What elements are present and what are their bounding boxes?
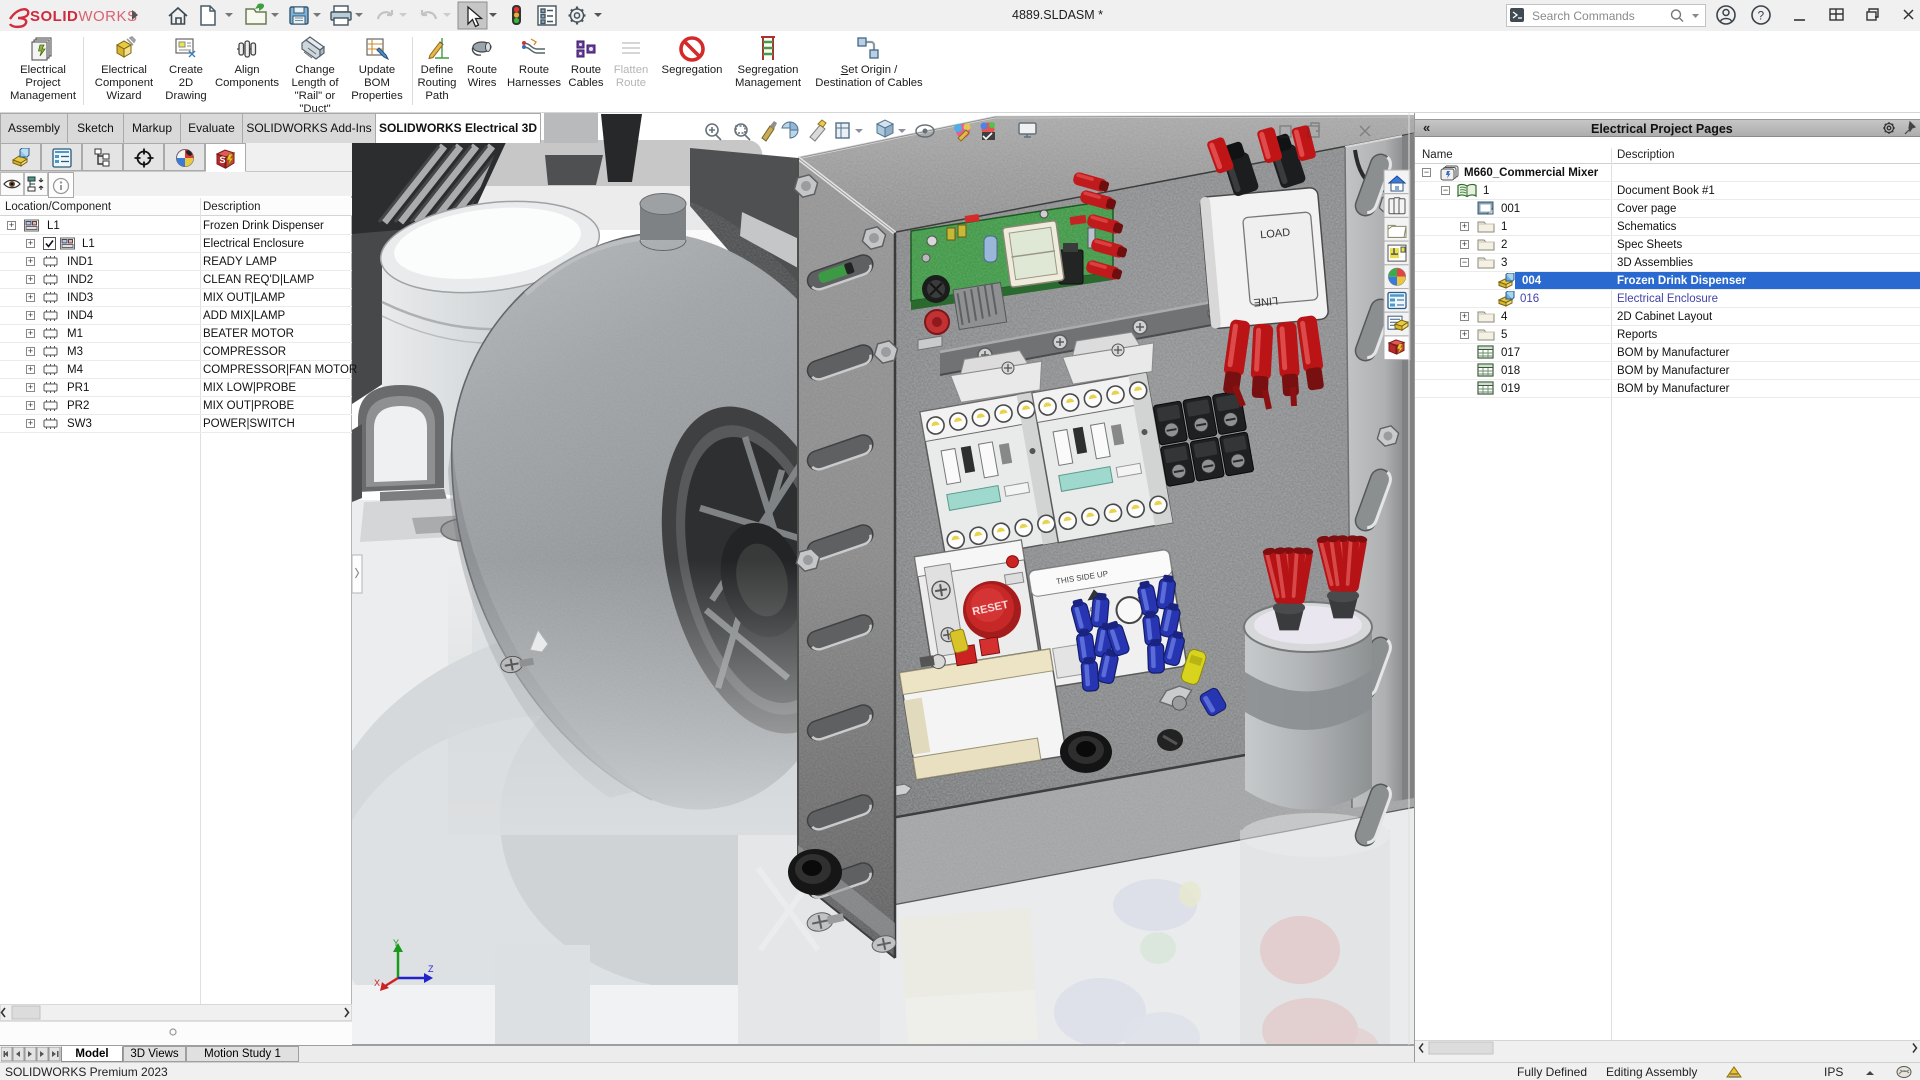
svg-text:S: S [219, 155, 225, 165]
svg-text:Y: Y [393, 938, 399, 948]
svg-text:?: ? [1758, 9, 1765, 23]
svg-text:SOLIDWORKS: SOLIDWORKS [30, 8, 138, 25]
svg-text:X: X [374, 978, 380, 988]
svg-text:LINE: LINE [1253, 294, 1278, 308]
svg-text:Z: Z [428, 964, 434, 974]
